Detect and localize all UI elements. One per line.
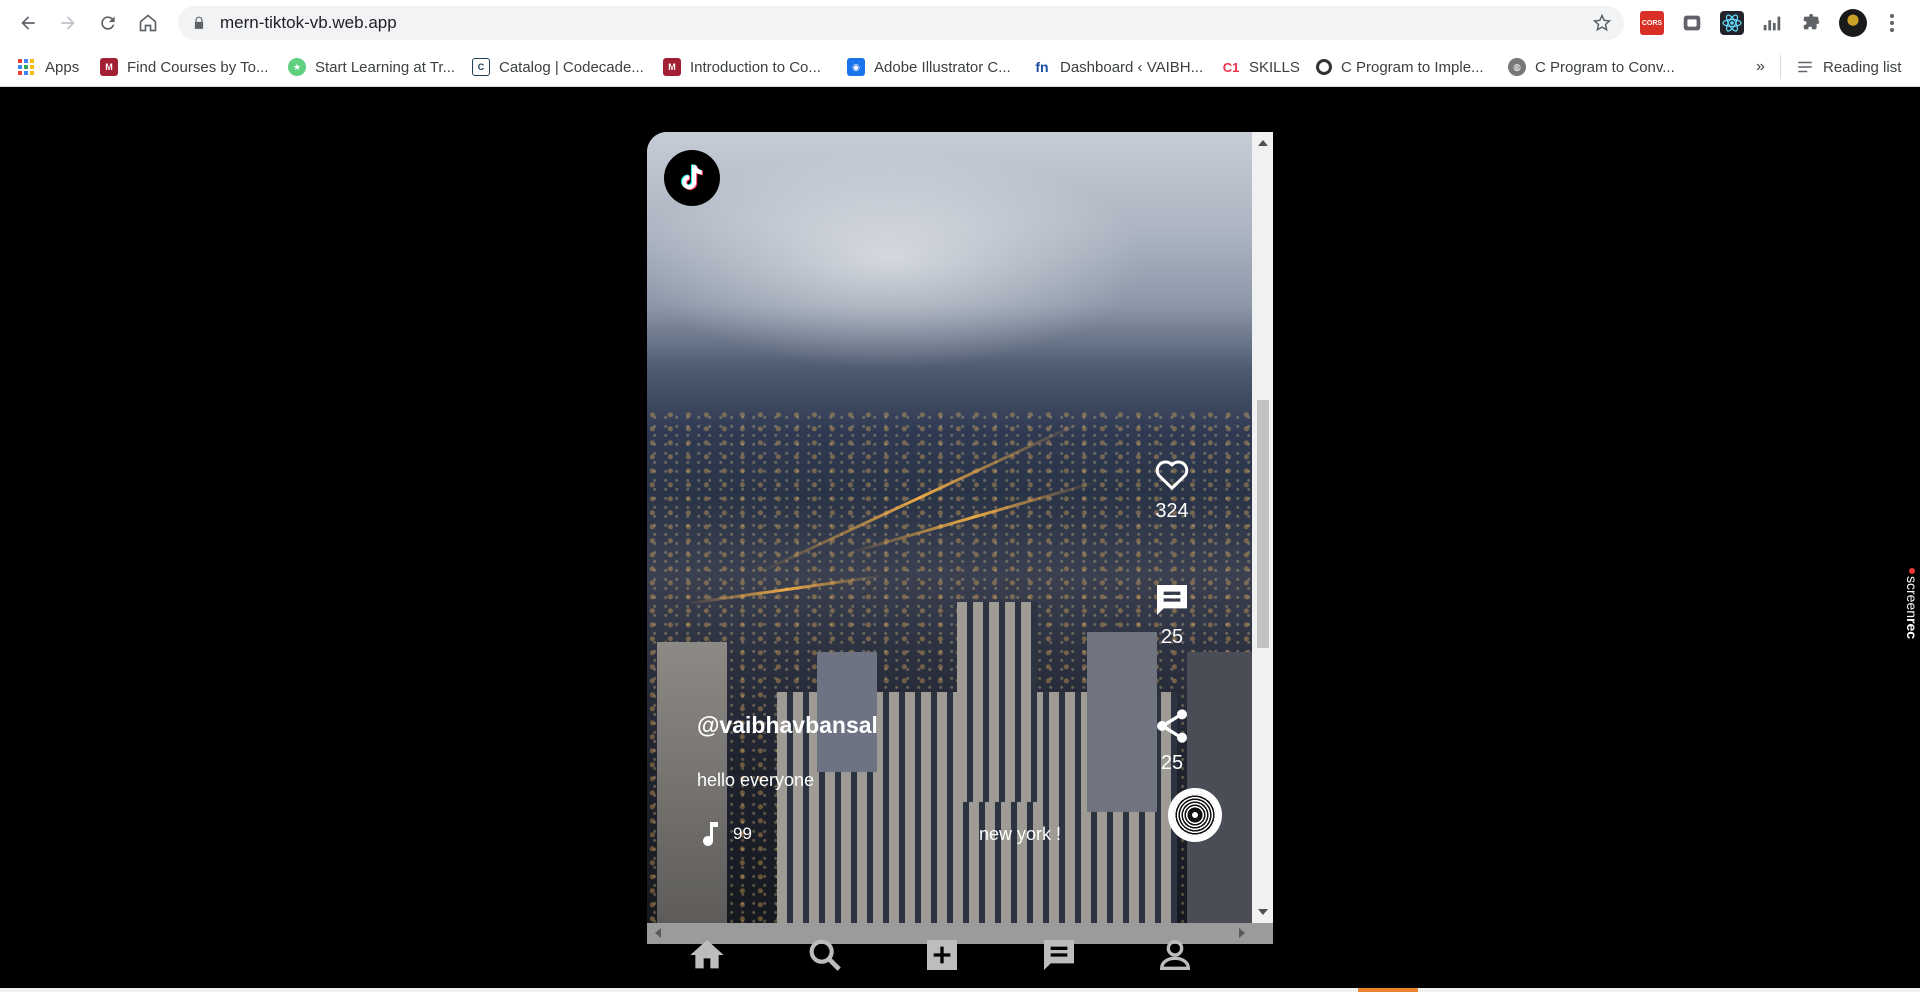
page-content: 324 25 25 @vaibhavbansal hello everyone … <box>0 88 1920 992</box>
treehouse-icon: ★ <box>288 58 306 76</box>
bookmark-c-program-implement[interactable]: C Program to Imple... <box>1316 55 1484 79</box>
comment-icon <box>1157 585 1187 615</box>
mit-ocw-icon: M <box>663 58 681 76</box>
forward-icon[interactable] <box>48 3 88 43</box>
music-record-button[interactable] <box>1168 788 1222 842</box>
globe-icon: ◍ <box>1508 58 1526 76</box>
lock-icon <box>194 16 204 29</box>
mit-ocw-icon: M <box>100 58 118 76</box>
home-page-icon[interactable] <box>128 3 168 43</box>
message-icon <box>1044 940 1074 970</box>
app-container: 324 25 25 @vaibhavbansal hello everyone … <box>647 132 1273 944</box>
nav-add-button[interactable] <box>922 935 962 975</box>
bookmark-label: Introduction to Co... <box>690 58 821 76</box>
watermark-light: screen <box>1904 576 1920 619</box>
bookmark-start-learning[interactable]: ★ Start Learning at Tr... <box>288 55 455 79</box>
heart-icon <box>1155 460 1189 490</box>
bookmark-apps[interactable]: Apps <box>18 55 79 79</box>
video-username[interactable]: @vaibhavbansal <box>697 712 878 739</box>
video-caption: hello everyone <box>697 770 815 790</box>
reading-list-label: Reading list <box>1823 58 1902 76</box>
analytics-icon[interactable] <box>1760 11 1784 35</box>
bookmark-find-courses[interactable]: M Find Courses by To... <box>100 55 268 79</box>
fn-icon: fn <box>1033 58 1051 76</box>
bookmark-label: C Program to Imple... <box>1341 58 1484 76</box>
video-player[interactable] <box>647 132 1252 923</box>
bookmark-catalog-codecademy[interactable]: C Catalog | Codecade... <box>472 55 644 79</box>
vinyl-record-icon <box>1174 794 1216 836</box>
search-icon <box>809 939 841 971</box>
share-count: 25 <box>1160 752 1184 774</box>
reading-list-icon <box>1798 61 1812 73</box>
browser-toolbar: mern-tiktok-vb.web.app CORS <box>0 0 1920 47</box>
comment-count: 25 <box>1160 626 1184 648</box>
c1-icon: C1 <box>1222 58 1240 76</box>
bookmarks-divider <box>1780 55 1781 79</box>
browser-menu-icon[interactable] <box>1882 11 1902 35</box>
nav-messages-button[interactable] <box>1039 935 1079 975</box>
screenrec-watermark: screenrec <box>1896 568 1920 668</box>
add-box-icon <box>927 940 957 970</box>
bookmark-label: Catalog | Codecade... <box>499 58 644 76</box>
scrollbar-thumb[interactable] <box>1257 400 1269 648</box>
share-button[interactable]: 25 <box>1147 706 1197 775</box>
profile-icon <box>1159 940 1191 970</box>
music-ticker-left: 99 <box>733 824 752 843</box>
tiktok-logo-icon <box>681 164 703 191</box>
bookmark-label: Dashboard ‹ VAIBH... <box>1060 58 1204 76</box>
scroll-down-icon[interactable] <box>1258 909 1268 915</box>
extension-icon[interactable] <box>1680 11 1704 35</box>
home-icon <box>690 940 724 969</box>
nav-profile-button[interactable] <box>1155 935 1195 975</box>
adobe-icon: ◉ <box>847 58 865 76</box>
cors-extension-icon[interactable]: CORS <box>1640 11 1664 35</box>
bookmark-introduction[interactable]: M Introduction to Co... <box>663 55 821 79</box>
bookmark-label: Apps <box>45 58 80 76</box>
taskbar-edge <box>0 988 1920 992</box>
codecademy-icon: C <box>472 58 490 76</box>
bottom-navigation <box>647 935 1273 975</box>
reading-list-button[interactable]: Reading list <box>1796 55 1901 79</box>
share-icon <box>1157 709 1187 743</box>
bookmark-label: C Program to Conv... <box>1535 58 1675 76</box>
bookmarks-bar: Apps M Find Courses by To... ★ Start Lea… <box>0 47 1920 87</box>
bookmark-label: Adobe Illustrator C... <box>874 58 1011 76</box>
taskbar-accent <box>1358 988 1418 992</box>
watermark-bold: rec <box>1904 618 1920 640</box>
comment-button[interactable]: 25 <box>1147 580 1197 649</box>
circle-icon <box>1316 59 1332 75</box>
music-note-icon <box>703 822 718 846</box>
bookmark-adobe-illustrator[interactable]: ◉ Adobe Illustrator C... <box>847 55 1011 79</box>
reload-icon[interactable] <box>88 3 128 43</box>
bookmark-c-program-convert[interactable]: ◍ C Program to Conv... <box>1508 55 1675 79</box>
bookmark-label: Find Courses by To... <box>127 58 269 76</box>
bookmark-dashboard[interactable]: fn Dashboard ‹ VAIBH... <box>1033 55 1203 79</box>
react-devtools-icon[interactable] <box>1720 11 1744 35</box>
bookmark-skills[interactable]: C1 SKILLS <box>1222 55 1300 79</box>
puzzle-extensions-icon[interactable] <box>1800 11 1824 35</box>
bookmark-star-icon[interactable] <box>1592 13 1612 33</box>
tiktok-logo[interactable] <box>664 150 720 206</box>
bookmark-label: SKILLS <box>1249 58 1300 76</box>
building <box>957 602 1037 802</box>
url-text: mern-tiktok-vb.web.app <box>220 13 397 32</box>
nav-search-button[interactable] <box>805 935 845 975</box>
bookmarks-overflow-button[interactable]: » <box>1756 55 1765 79</box>
nav-home-button[interactable] <box>687 935 727 975</box>
bookmark-label: Start Learning at Tr... <box>315 58 456 76</box>
like-count: 324 <box>1155 500 1189 522</box>
vertical-scrollbar[interactable] <box>1252 132 1273 923</box>
back-icon[interactable] <box>8 3 48 43</box>
apps-grid-icon <box>18 59 36 75</box>
record-dot-icon <box>1909 568 1915 574</box>
music-ticker-right: new york ! <box>979 824 1062 844</box>
like-button[interactable]: 324 <box>1147 454 1197 523</box>
profile-avatar[interactable] <box>1839 9 1867 37</box>
scroll-up-icon[interactable] <box>1258 140 1268 146</box>
address-bar[interactable]: mern-tiktok-vb.web.app <box>178 6 1624 40</box>
